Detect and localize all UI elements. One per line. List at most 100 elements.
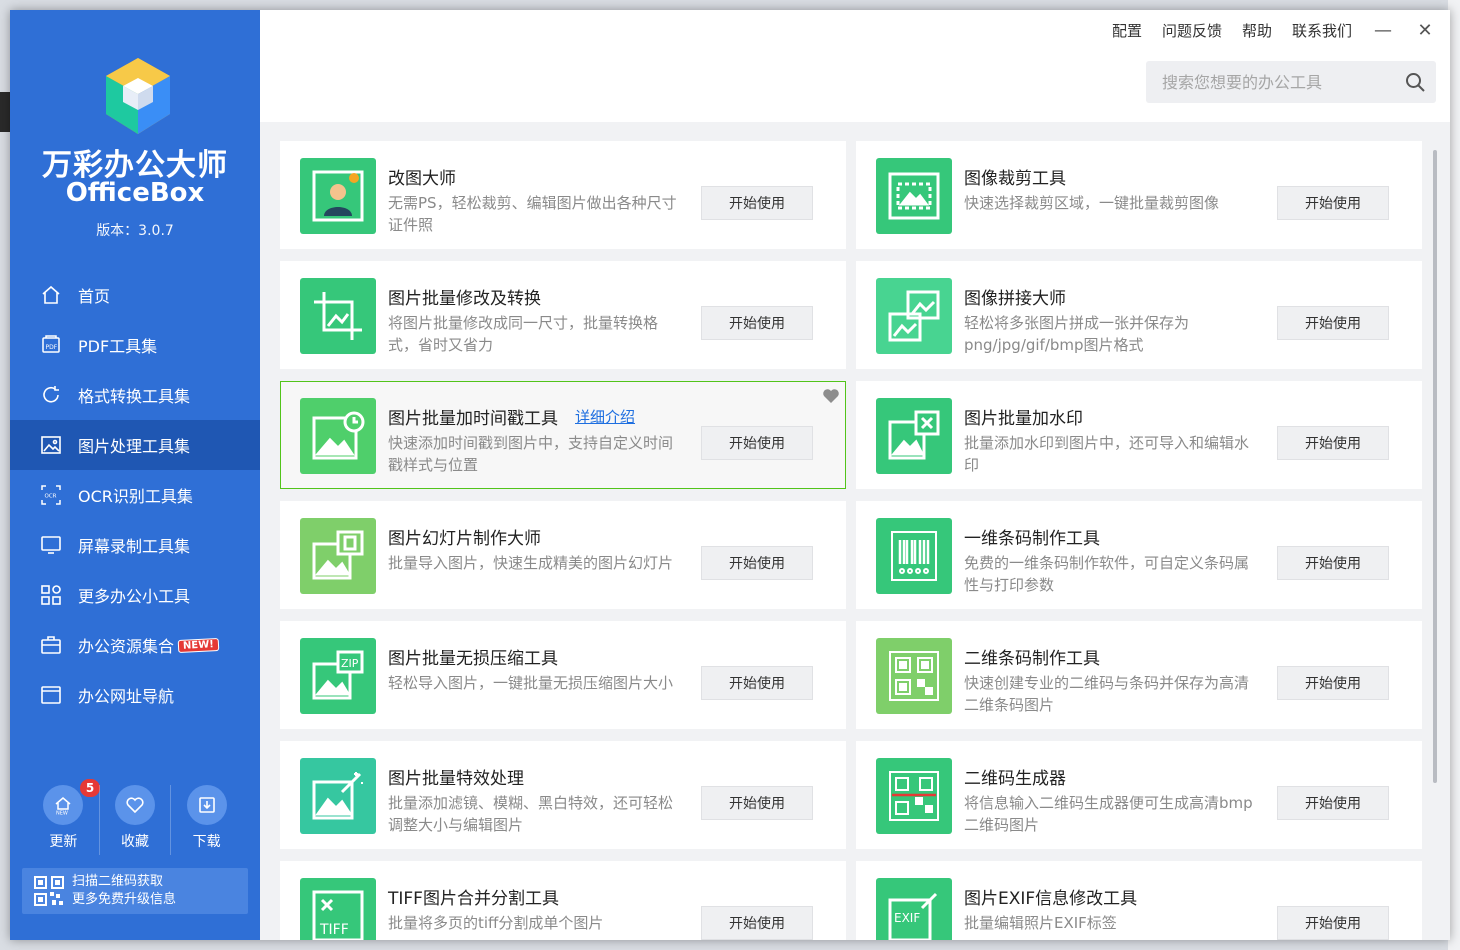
- tool-title: 图片批量修改及转换: [388, 289, 541, 309]
- sidebar-item-image[interactable]: 图片处理工具集: [10, 420, 260, 470]
- sidebar-item-label: 屏幕录制工具集: [78, 537, 191, 556]
- tool-card-timestamp[interactable]: 图片批量加时间戳工具 详细介绍 快速添加时间戳到图片中，支持自定义时间戳样式与位…: [280, 381, 846, 489]
- tool-card-image-stitch[interactable]: 图像拼接大师 轻松将多张图片拼成一张并保存为png/jpg/gif/bmp图片格…: [856, 261, 1422, 369]
- sidebar-item-label: 首页: [78, 287, 111, 306]
- sidebar-item-label: OCR识别工具集: [78, 487, 193, 506]
- sidebar-item-ocr[interactable]: OCR OCR识别工具集: [10, 470, 260, 520]
- app-subtitle: OfficeBox: [65, 178, 205, 208]
- tool-card-watermark[interactable]: 图片批量加水印 批量添加水印到图片中，还可导入和编辑水印 开始使用: [856, 381, 1422, 489]
- sidebar-item-web-nav[interactable]: 办公网址导航: [10, 670, 260, 720]
- start-button[interactable]: 开始使用: [1277, 426, 1389, 460]
- minimize-icon[interactable]: —: [1372, 20, 1394, 41]
- tool-card-tiff[interactable]: TIFF TIFF图片合并分割工具 批量将多页的tiff分割成单个图片 开始使用: [280, 861, 846, 940]
- download-icon: [186, 785, 227, 825]
- sidebar-item-more-tools[interactable]: 更多办公小工具: [10, 570, 260, 620]
- help-link[interactable]: 帮助: [1242, 20, 1272, 41]
- image-icon: [40, 434, 62, 456]
- svg-text:NEW: NEW: [56, 811, 68, 817]
- tool-card-2d-barcode[interactable]: 二维条码制作工具 快速创建专业的二维码与条码并保存为高清二维条码图片 开始使用: [856, 621, 1422, 729]
- start-button[interactable]: 开始使用: [1277, 306, 1389, 340]
- download-button[interactable]: 下载: [170, 785, 242, 855]
- settings-link[interactable]: 配置: [1112, 20, 1142, 41]
- tool-title: 图片批量加时间戳工具: [388, 409, 558, 429]
- crop-image-icon: [876, 158, 952, 234]
- search-icon[interactable]: [1404, 71, 1426, 93]
- tool-card-barcode[interactable]: 一维条码制作工具 免费的一维条码制作软件，可自定义条码属性与打印参数 开始使用: [856, 501, 1422, 609]
- tool-card-compress[interactable]: ZIP 图片批量无损压缩工具 轻松导入图片，一键批量无损压缩图片大小 开始使用: [280, 621, 846, 729]
- scrollbar[interactable]: [1433, 150, 1437, 783]
- tool-desc: 快速添加时间戳到图片中，支持自定义时间戳样式与位置: [388, 434, 674, 474]
- update-label: 更新: [49, 834, 78, 850]
- start-button[interactable]: 开始使用: [701, 306, 813, 340]
- qr-promo[interactable]: 扫描二维码获取 更多免费升级信息: [22, 868, 248, 914]
- feedback-link[interactable]: 问题反馈: [1162, 20, 1222, 41]
- tool-card-exif[interactable]: EXIF 图片EXIF信息修改工具 批量编辑照片EXIF标签 开始使用: [856, 861, 1422, 940]
- tool-title: 二维条码制作工具: [964, 649, 1100, 669]
- qr-promo-line2: 更多免费升级信息: [72, 892, 177, 907]
- sidebar-bottom-actions: NEW 5 更新 收藏 下载: [28, 779, 242, 855]
- close-icon[interactable]: ✕: [1414, 20, 1436, 41]
- magic-wand-image-icon: [300, 758, 376, 834]
- tool-desc: 快速创建专业的二维码与条码并保存为高清二维条码图片: [964, 674, 1250, 714]
- tool-desc: 无需PS，轻松裁剪、编辑图片做出各种尺寸证件照: [388, 194, 677, 234]
- start-button[interactable]: 开始使用: [701, 426, 813, 460]
- tool-desc: 批量添加水印到图片中，还可导入和编辑水印: [964, 434, 1250, 474]
- start-button[interactable]: 开始使用: [701, 546, 813, 580]
- tool-card-image-crop[interactable]: 图像裁剪工具 快速选择裁剪区域，一键批量裁剪图像 开始使用: [856, 141, 1422, 249]
- sidebar-item-label: 图片处理工具集: [78, 437, 191, 456]
- tool-list: 改图大师 无需PS，轻松裁剪、编辑图片做出各种尺寸证件照 开始使用 图像裁剪工具…: [260, 122, 1450, 940]
- tool-desc: 将信息输入二维码生成器便可生成高清bmp二维码图片: [964, 794, 1253, 834]
- header: 配置 问题反馈 帮助 联系我们 — ✕: [260, 10, 1450, 122]
- qr-scan-icon: [876, 758, 952, 834]
- sidebar-item-home[interactable]: 首页: [10, 270, 260, 320]
- sidebar-item-screen-record[interactable]: 屏幕录制工具集: [10, 520, 260, 570]
- start-button[interactable]: 开始使用: [701, 786, 813, 820]
- sidebar-item-pdf[interactable]: PDF PDF工具集: [10, 320, 260, 370]
- favorite-heart-icon[interactable]: [821, 386, 841, 406]
- tool-card-effects[interactable]: 图片批量特效处理 批量添加滤镜、模糊、黑白特效，还可轻松调整大小与编辑图片 开始…: [280, 741, 846, 849]
- sidebar-item-format[interactable]: 格式转换工具集: [10, 370, 260, 420]
- update-button[interactable]: NEW 5 更新: [28, 779, 100, 855]
- resize-image-icon: [300, 278, 376, 354]
- tool-title: 图片幻灯片制作大师: [388, 529, 541, 549]
- sidebar-item-resources[interactable]: 办公资源集合 NEW!: [10, 620, 260, 670]
- barcode-icon: [876, 518, 952, 594]
- update-count-badge: 5: [80, 779, 100, 797]
- search-box: [1146, 61, 1436, 103]
- start-button[interactable]: 开始使用: [1277, 666, 1389, 700]
- app-logo: [106, 58, 170, 134]
- start-button[interactable]: 开始使用: [701, 906, 813, 940]
- tool-card-slideshow[interactable]: 图片幻灯片制作大师 批量导入图片，快速生成精美的图片幻灯片 开始使用: [280, 501, 846, 609]
- search-input[interactable]: [1146, 72, 1386, 92]
- tool-desc: 批量将多页的tiff分割成单个图片: [388, 914, 604, 932]
- ocr-icon: OCR: [40, 484, 62, 506]
- contact-link[interactable]: 联系我们: [1292, 20, 1352, 41]
- svg-text:ZIP: ZIP: [341, 657, 359, 670]
- start-button[interactable]: 开始使用: [701, 666, 813, 700]
- tool-card-photo-editor[interactable]: 改图大师 无需PS，轻松裁剪、编辑图片做出各种尺寸证件照 开始使用: [280, 141, 846, 249]
- favorite-button[interactable]: 收藏: [98, 785, 171, 855]
- start-button[interactable]: 开始使用: [1277, 546, 1389, 580]
- zip-image-icon: ZIP: [300, 638, 376, 714]
- tool-title: 图片批量特效处理: [388, 769, 524, 789]
- exif-edit-icon: EXIF: [876, 878, 952, 940]
- tool-desc: 批量导入图片，快速生成精美的图片幻灯片: [388, 554, 674, 572]
- update-new-icon: NEW: [43, 785, 84, 825]
- start-button[interactable]: 开始使用: [1277, 186, 1389, 220]
- tool-desc: 轻松将多张图片拼成一张并保存为png/jpg/gif/bmp图片格式: [964, 314, 1190, 354]
- tool-desc: 快速选择裁剪区域，一键批量裁剪图像: [964, 194, 1220, 212]
- app-window: 万彩办公大师 OfficeBox 版本：3.0.7 首页 PDF PDF工具集 …: [10, 10, 1450, 940]
- svg-text:OCR: OCR: [45, 494, 57, 500]
- svg-text:TIFF: TIFF: [319, 922, 349, 938]
- tool-card-qr-generator[interactable]: 二维码生成器 将信息输入二维码生成器便可生成高清bmp二维码图片 开始使用: [856, 741, 1422, 849]
- qr-barcode-icon: [876, 638, 952, 714]
- tool-title: 二维码生成器: [964, 769, 1066, 789]
- start-button[interactable]: 开始使用: [1277, 906, 1389, 940]
- details-link[interactable]: 详细介绍: [575, 406, 635, 427]
- tool-card-batch-resize[interactable]: 图片批量修改及转换 将图片批量修改成同一尺寸，批量转换格式，省时又省力 开始使用: [280, 261, 846, 369]
- start-button[interactable]: 开始使用: [1277, 786, 1389, 820]
- refresh-icon: [40, 384, 62, 406]
- new-badge: NEW!: [177, 637, 220, 653]
- start-button[interactable]: 开始使用: [701, 186, 813, 220]
- tool-title: 图片EXIF信息修改工具: [964, 889, 1138, 909]
